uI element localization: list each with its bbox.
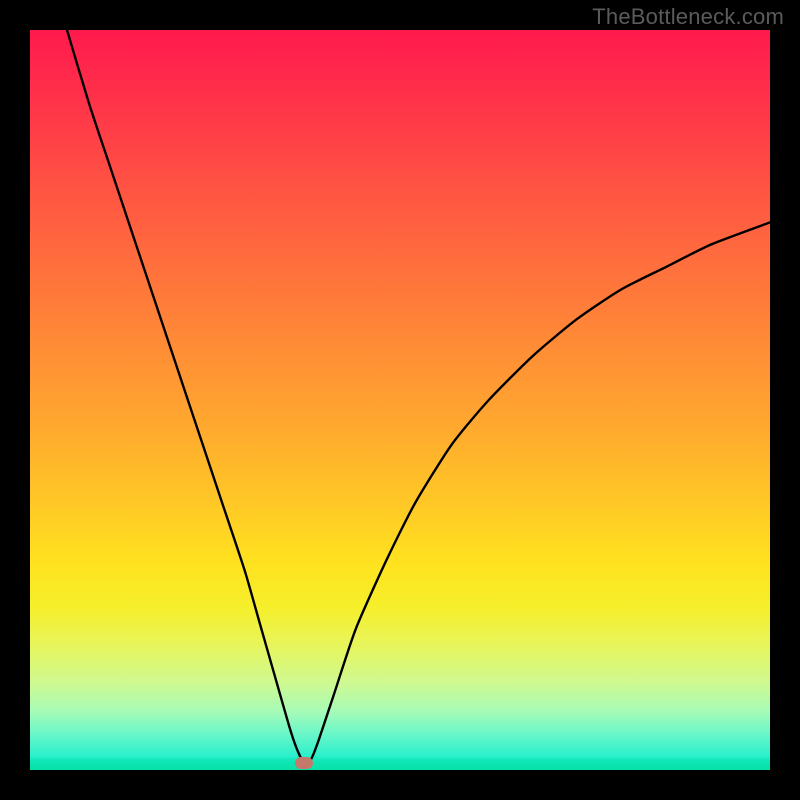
watermark-text: TheBottleneck.com: [592, 4, 784, 30]
minimum-marker: [295, 757, 313, 769]
plot-area: [30, 30, 770, 770]
bottleneck-curve: [30, 30, 770, 770]
chart-frame: [30, 30, 770, 770]
